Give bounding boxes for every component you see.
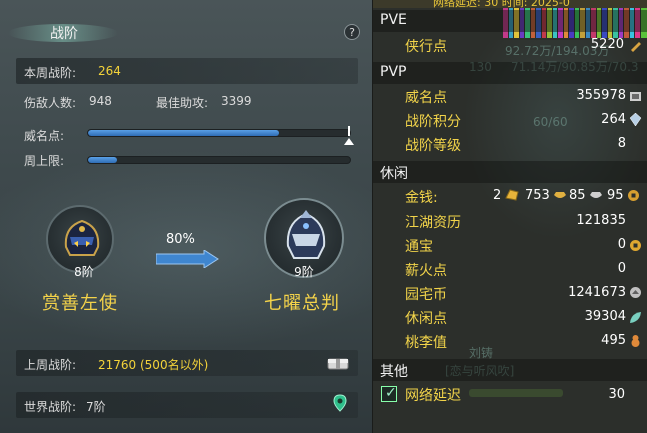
battle-rank-panel: 战阶 ? 本周战阶: 264 伤敌人数: 948 最佳助攻: 3399 威名点:… <box>0 0 372 433</box>
latency-label: 网络延迟 <box>405 388 461 404</box>
world-rank-row: 世界战阶: 7阶 <box>16 392 358 418</box>
rank-level-value: 8 <box>617 136 626 151</box>
other-section-title: 其他 <box>380 364 408 380</box>
prestige-cap-marker <box>344 138 354 145</box>
leisure-section-title: 休闲 <box>380 166 408 182</box>
weekly-cap-bar <box>87 156 351 164</box>
rank-progress-percent: 80% <box>166 232 195 247</box>
chivalry-value: 5220 <box>590 37 624 52</box>
leisure-item-leisure-points: 休闲点 39304 <box>373 306 647 330</box>
leisure-item-peach-plum: 桃李值 495 <box>373 330 647 354</box>
money-gold-value: 2 <box>493 188 502 203</box>
leisure-item-seniority: 江湖资历 121835 <box>373 210 647 234</box>
weekly-cap-bar-fill <box>88 157 117 163</box>
brush-icon <box>631 42 641 52</box>
weekly-rank-label: 本周战阶: <box>24 66 77 80</box>
next-rank-name: 七曜总判 <box>264 293 340 314</box>
money-silver-value: 753 <box>525 188 550 203</box>
rank-level-label: 战阶等级 <box>405 138 461 154</box>
location-pin-icon[interactable] <box>333 394 347 412</box>
leisure-points-value: 39304 <box>584 309 626 324</box>
leisure-item-money: 金钱: 2 753 85 95 <box>373 185 647 209</box>
latency-checkbox[interactable]: ✓ <box>381 385 397 402</box>
help-icon[interactable]: ? <box>344 24 360 40</box>
best-assist-label: 最佳助攻: <box>156 96 209 110</box>
currency-panel: 网络延迟: 30 时间: 2025-0 92.72万/194.03万 71.14… <box>372 0 647 433</box>
best-assist-value: 3399 <box>221 94 252 108</box>
last-week-label: 上周战阶: <box>24 358 77 372</box>
peach-plum-value: 495 <box>601 333 626 348</box>
money-label: 金钱: <box>405 190 438 206</box>
firewood-value: 0 <box>617 261 626 276</box>
pve-section-header: PVE <box>373 10 647 32</box>
tongbao-value: 0 <box>617 237 626 252</box>
latency-highlight <box>469 389 563 397</box>
house-coin-label: 园宅币 <box>405 287 447 303</box>
firewood-label: 薪火点 <box>405 263 447 279</box>
prestige-points-label: 威名点 <box>405 90 447 106</box>
gourd-icon <box>631 335 640 347</box>
leisure-section-header: 休闲 <box>373 161 647 183</box>
pvp-section-title: PVP <box>380 64 407 80</box>
house-coin-value: 1241673 <box>568 285 626 300</box>
world-rank-label: 世界战阶: <box>24 400 77 414</box>
pvp-item-prestige: 威名点 355978 <box>373 85 647 109</box>
checkmark-icon: ✓ <box>385 385 397 401</box>
leaf-icon <box>630 312 641 323</box>
weekly-rank-row: 本周战阶: 264 <box>16 58 358 84</box>
leisure-item-firewood: 薪火点 0 <box>373 258 647 282</box>
silver-ingot-icon <box>554 192 566 198</box>
prestige-points-value: 355978 <box>576 88 626 103</box>
leisure-item-tongbao: 通宝 0 <box>373 234 647 258</box>
leisure-item-house-coin: 园宅币 1241673 <box>373 282 647 306</box>
crystal-icon <box>629 113 642 126</box>
rank-score-value: 264 <box>601 112 626 127</box>
seniority-label: 江湖资历 <box>405 215 461 231</box>
silver-sycee-icon <box>590 192 602 198</box>
reward-chest-icon[interactable] <box>327 356 349 370</box>
weekly-rank-value: 264 <box>98 64 121 78</box>
rank-score-label: 战阶积分 <box>405 114 461 130</box>
next-rank-level: 9阶 <box>294 265 314 279</box>
latency-value: 30 <box>608 387 625 402</box>
banner-icon <box>630 92 641 101</box>
house-coin-icon <box>630 287 641 298</box>
last-week-rank-row: 上周战阶: 21760 (500名以外) <box>16 350 358 376</box>
prestige-cap-tick <box>348 126 350 136</box>
prestige-bar-fill <box>88 130 280 136</box>
pve-item-chivalry: 侠行点 5220 <box>373 34 647 58</box>
coin-icon <box>630 240 641 251</box>
leisure-points-label: 休闲点 <box>405 311 447 327</box>
pvp-item-rank-score: 战阶积分 264 <box>373 109 647 133</box>
money-copper-b-value: 95 <box>607 188 624 203</box>
kills-label: 伤敌人数: <box>24 96 77 110</box>
weekly-cap-label: 周上限: <box>24 154 65 168</box>
panel-title: 战阶 <box>50 26 78 42</box>
world-rank-value: 7阶 <box>86 400 106 414</box>
pvp-section-header: PVP <box>373 62 647 84</box>
kills-value: 948 <box>89 94 112 108</box>
panel-title-bar: 战阶 <box>0 14 372 50</box>
progress-arrow-icon <box>156 250 219 268</box>
pve-section-title: PVE <box>380 12 407 28</box>
money-copper-a-value: 85 <box>569 188 586 203</box>
prestige-bar <box>87 129 351 137</box>
seniority-value: 121835 <box>576 213 626 228</box>
current-rank-name: 赏善左使 <box>42 293 118 314</box>
chivalry-label: 侠行点 <box>405 39 447 55</box>
gold-ingot-icon <box>505 189 519 201</box>
pvp-item-rank-level: 战阶等级 8 <box>373 133 647 157</box>
copper-coin-icon <box>628 190 639 201</box>
top-status-strip: 网络延迟: 30 时间: 2025-0 <box>373 0 647 9</box>
last-week-value: 21760 (500名以外) <box>98 358 209 372</box>
current-rank-level: 8阶 <box>74 265 94 279</box>
tongbao-label: 通宝 <box>405 239 433 255</box>
other-section-header: 其他 <box>373 359 647 381</box>
peach-plum-label: 桃李值 <box>405 335 447 351</box>
prestige-label: 威名点: <box>24 129 65 143</box>
